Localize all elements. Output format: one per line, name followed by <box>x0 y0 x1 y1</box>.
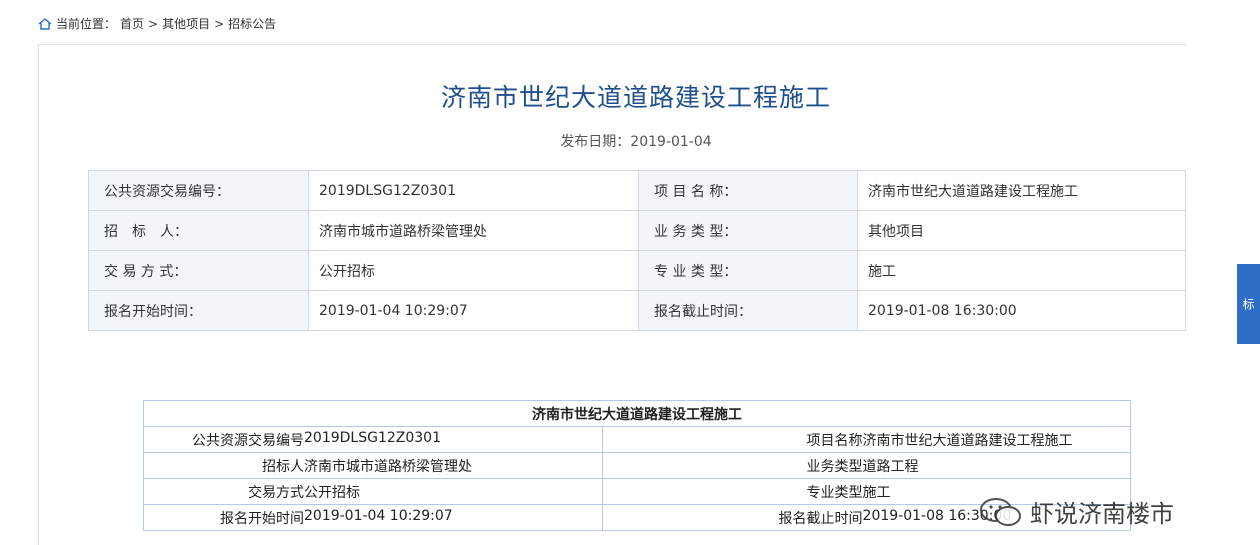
cell-key: 报名开始时间 <box>220 510 304 527</box>
table-cell: 报名开始时间 2019-01-04 10:29:07 <box>143 504 603 531</box>
publish-date: 发布日期：2019-01-04 <box>560 134 712 150</box>
cell-value: 道路工程 <box>862 458 919 475</box>
info-label: 招 标 人： <box>88 210 309 251</box>
info-value: 2019-01-04 10:29:07 <box>308 290 639 331</box>
table-cell: 交易方式 公开招标 <box>143 478 603 505</box>
cell-key: 业务类型 <box>806 458 863 475</box>
cell-value: 公开招标 <box>304 484 360 501</box>
cell-value: 济南市世纪大道道路建设工程施工 <box>862 432 1073 449</box>
cell-key: 报名截止时间 <box>778 510 863 527</box>
info-value: 其他项目 <box>857 210 1186 251</box>
table-cell: 招标人 济南市城市道路桥梁管理处 <box>143 452 603 479</box>
info-value: 施工 <box>857 250 1186 291</box>
info-label: 公共资源交易编号： <box>88 170 309 211</box>
info-value: 2019DLSG12Z0301 <box>308 170 639 211</box>
table-row: 公共资源交易编号： 2019DLSG12Z0301 项 目 名 称： 济南市世纪… <box>88 170 1186 211</box>
table-row: 报名开始时间： 2019-01-04 10:29:07 报名截止时间： 2019… <box>88 290 1186 331</box>
info-label: 报名截止时间： <box>638 290 858 331</box>
info-value: 济南市城市道路桥梁管理处 <box>308 210 639 251</box>
breadcrumb-prefix: 当前位置： <box>56 17 117 31</box>
table-cell: 业务类型 道路工程 <box>601 452 1132 479</box>
breadcrumb-current[interactable]: 招标公告 <box>228 15 276 32</box>
info-table: 公共资源交易编号： 2019DLSG12Z0301 项 目 名 称： 济南市世纪… <box>88 170 1186 331</box>
breadcrumb-separator: > <box>214 16 225 31</box>
table-row: 济南市世纪大道道路建设工程施工 <box>143 400 1131 427</box>
table-cell: 公共资源交易编号 2019DLSG12Z0301 <box>143 426 603 453</box>
info-label: 业 务 类 型： <box>638 210 858 251</box>
home-icon[interactable] <box>38 17 52 31</box>
info-label: 报名开始时间： <box>88 290 309 331</box>
info-value: 2019-01-08 16:30:00 <box>857 290 1186 331</box>
info-value: 济南市世纪大道道路建设工程施工 <box>857 170 1186 211</box>
cell-key: 交易方式 <box>248 484 304 501</box>
side-float-tab[interactable]: 标 <box>1237 264 1260 344</box>
cell-key: 项目名称 <box>806 432 863 449</box>
breadcrumb: 当前位置： 首页 > 其他项目 > 招标公告 <box>38 15 276 32</box>
wechat-icon <box>978 497 1024 527</box>
table-row: 招 标 人： 济南市城市道路桥梁管理处 业 务 类 型： 其他项目 <box>88 210 1186 251</box>
watermark-text: 虾说济南楼市 <box>1030 500 1174 528</box>
cell-key: 公共资源交易编号 <box>192 432 304 449</box>
cell-value: 2019-01-04 10:29:07 <box>304 507 453 524</box>
cell-key: 招标人 <box>262 458 304 475</box>
page-title: 济南市世纪大道道路建设工程施工 <box>440 83 831 112</box>
info-value: 公开招标 <box>308 250 639 291</box>
cell-value: 2019DLSG12Z0301 <box>304 429 441 446</box>
cell-key: 专业类型 <box>806 484 863 501</box>
table-cell: 项目名称 济南市世纪大道道路建设工程施工 <box>601 426 1132 453</box>
info-label: 专 业 类 型： <box>638 250 858 291</box>
announcement-table-title: 济南市世纪大道道路建设工程施工 <box>143 400 1131 427</box>
info-label: 项 目 名 称： <box>638 170 858 211</box>
cell-value: 施工 <box>862 484 891 501</box>
breadcrumb-home-link[interactable]: 首页 <box>120 15 144 32</box>
table-row: 公共资源交易编号 2019DLSG12Z0301 项目名称 济南市世纪大道道路建设工… <box>143 426 1132 453</box>
info-label: 交 易 方 式： <box>88 250 309 291</box>
cell-value: 济南市城市道路桥梁管理处 <box>304 458 472 475</box>
table-row: 交 易 方 式： 公开招标 专 业 类 型： 施工 <box>88 250 1186 291</box>
watermark: 虾说济南楼市 <box>978 494 1174 529</box>
table-row: 招标人 济南市城市道路桥梁管理处 业务类型 道路工程 <box>143 452 1132 479</box>
breadcrumb-category-link[interactable]: 其他项目 <box>162 15 210 32</box>
breadcrumb-separator: > <box>148 16 159 31</box>
